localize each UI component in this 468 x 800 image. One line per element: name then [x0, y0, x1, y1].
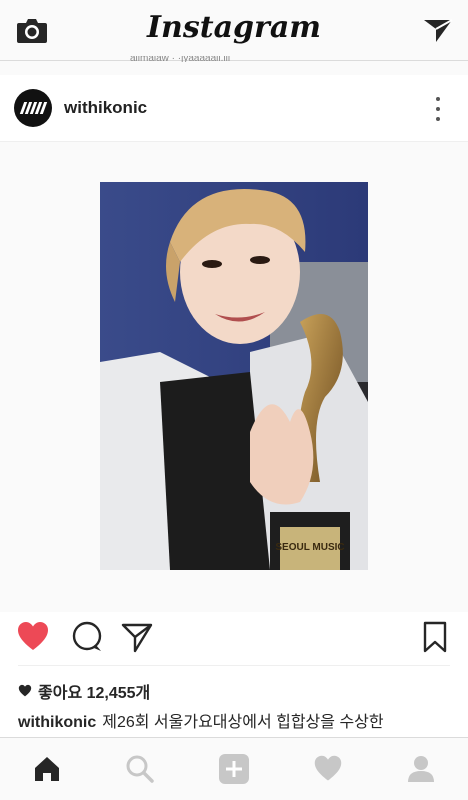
heart-filled-icon[interactable] [16, 620, 50, 654]
tab-home[interactable] [29, 751, 65, 787]
comment-icon[interactable] [70, 620, 104, 654]
small-heart-icon [18, 684, 32, 697]
tab-profile[interactable] [403, 751, 439, 787]
ikon-logo-icon [19, 102, 47, 114]
search-icon [126, 755, 155, 783]
top-bar: Instagram [0, 0, 468, 61]
post-photo[interactable]: SEOUL MUSIC [100, 182, 368, 570]
caption: withikonic 제26회 서울가요대상에서 힙합상을 수상한 [18, 708, 384, 732]
post-actions [0, 620, 468, 664]
more-options-icon[interactable] [428, 93, 448, 125]
likes-count[interactable]: 좋아요 12,455개 [18, 679, 150, 703]
previous-post-peek: aiimaiaw · ·jyaaaaaii.iii [130, 56, 231, 62]
post-card: withikonic SEOUL MUSIC 좋아요 12,455개 withi… [0, 75, 468, 740]
post-image-area: SEOUL MUSIC [0, 142, 468, 612]
avatar[interactable] [14, 89, 52, 127]
divider [18, 665, 450, 666]
caption-username[interactable]: withikonic [18, 714, 96, 731]
instagram-logo: Instagram [147, 10, 321, 45]
bookmark-icon[interactable] [418, 620, 452, 654]
likes-text: 좋아요 12,455개 [38, 685, 151, 702]
trophy-plate-text: SEOUL MUSIC [275, 542, 344, 553]
bottom-tab-bar [0, 737, 468, 800]
tab-add[interactable] [216, 751, 252, 787]
heart-icon [314, 755, 341, 781]
tab-activity[interactable] [310, 751, 346, 787]
profile-icon [408, 756, 435, 782]
share-icon[interactable] [120, 620, 154, 654]
post-header: withikonic [0, 75, 468, 142]
add-icon [218, 754, 249, 784]
tab-search[interactable] [122, 751, 158, 787]
send-icon[interactable] [422, 16, 454, 44]
caption-text: 제26회 서울가요대상에서 힙합상을 수상한 [102, 714, 384, 731]
post-username[interactable]: withikonic [64, 98, 147, 118]
home-icon [34, 757, 59, 781]
